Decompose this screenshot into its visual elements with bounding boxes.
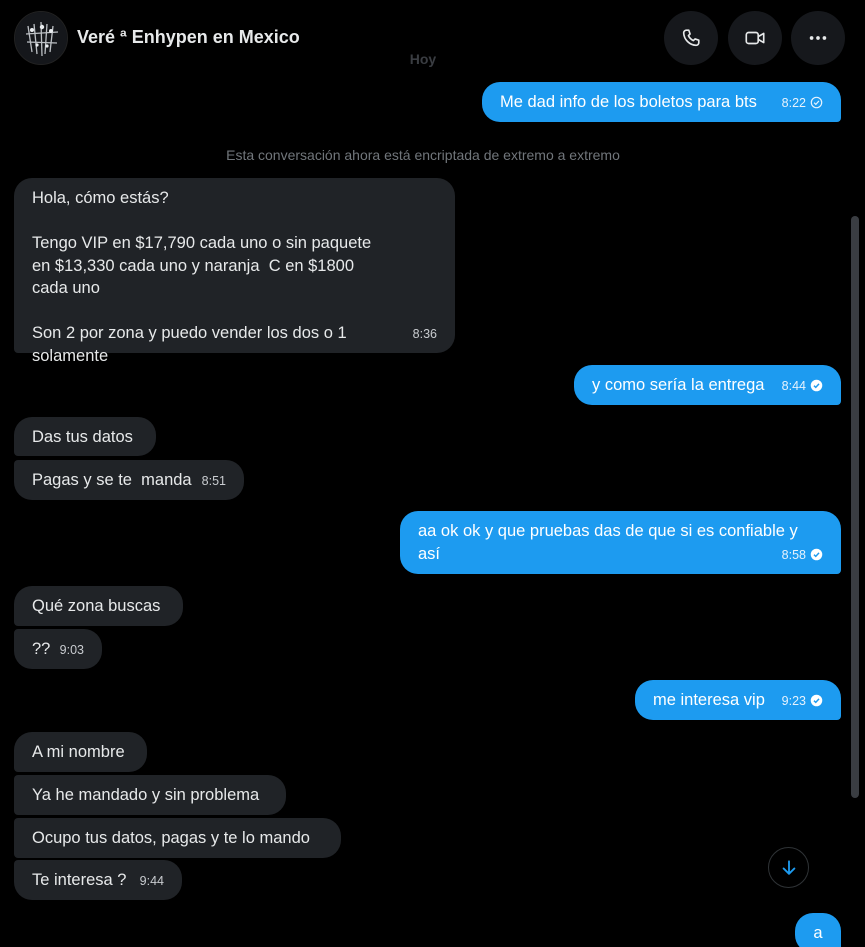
- message-sent[interactable]: me interesa vip 9:23: [635, 680, 841, 720]
- message-text: Ya he mandado y sin problema: [32, 786, 260, 804]
- conversation-title[interactable]: Veré ª Enhypen en Mexico: [77, 27, 300, 48]
- message-text: me interesa vip: [653, 691, 765, 709]
- message-time: 8:44: [781, 378, 806, 393]
- phone-icon: [682, 29, 700, 47]
- message-received[interactable]: Ya he mandado y sin problema: [14, 775, 286, 815]
- scrollbar-thumb[interactable]: [851, 216, 859, 798]
- call-button[interactable]: [664, 11, 718, 65]
- message-sent[interactable]: a: [795, 913, 841, 947]
- arrow-down-icon: [782, 859, 795, 875]
- message-time: 8:22: [781, 95, 806, 110]
- message-sent[interactable]: Me dad info de los boletos para bts 8:22: [482, 82, 841, 122]
- video-call-button[interactable]: [728, 11, 782, 65]
- encryption-notice: Esta conversación ahora está encriptada …: [226, 147, 620, 163]
- sent-check-icon: [810, 96, 823, 109]
- message-received[interactable]: Qué zona buscas: [14, 586, 183, 626]
- message-text: aa ok ok y que pruebas das de que si es …: [418, 522, 803, 563]
- message-text: Pagas y se te manda: [32, 471, 192, 489]
- message-sent[interactable]: y como sería la entrega 8:44: [574, 365, 841, 405]
- message-time: 8:36: [412, 326, 437, 341]
- message-text: ??: [32, 640, 51, 658]
- more-options-button[interactable]: [791, 11, 845, 65]
- message-received[interactable]: Pagas y se te manda 8:51: [14, 460, 244, 500]
- message-received[interactable]: Te interesa ? 9:44: [14, 860, 182, 900]
- message-received[interactable]: Ocupo tus datos, pagas y te lo mando: [14, 818, 341, 858]
- message-received[interactable]: ?? 9:03: [14, 629, 102, 669]
- message-text: a: [813, 924, 823, 942]
- read-check-icon: [810, 548, 823, 561]
- conversation-header: Veré ª Enhypen en Mexico Hoy: [0, 0, 865, 80]
- scroll-to-bottom-button[interactable]: [768, 847, 809, 888]
- message-text: Hola, cómo estás? Tengo VIP en $17,790 c…: [32, 189, 372, 365]
- message-text: y como sería la entrega: [592, 376, 765, 394]
- message-received[interactable]: Hola, cómo estás? Tengo VIP en $17,790 c…: [14, 178, 455, 365]
- read-check-icon: [810, 379, 823, 392]
- message-text: Me dad info de los boletos para bts: [500, 93, 757, 111]
- message-time: 9:23: [781, 693, 806, 708]
- message-received[interactable]: A mi nombre: [14, 732, 147, 772]
- more-icon: [809, 36, 827, 40]
- read-check-icon: [810, 694, 823, 707]
- date-separator: Hoy: [409, 51, 437, 67]
- message-sent[interactable]: aa ok ok y que pruebas das de que si es …: [400, 511, 841, 574]
- message-text: Das tus datos: [32, 428, 133, 446]
- chat-window: Veré ª Enhypen en Mexico Hoy Me dad info…: [0, 0, 865, 947]
- message-received[interactable]: Das tus datos: [14, 417, 156, 456]
- message-time: 9:44: [139, 873, 164, 888]
- message-text: Qué zona buscas: [32, 597, 161, 615]
- message-text: Te interesa ?: [32, 871, 127, 889]
- message-time: 8:51: [201, 473, 226, 488]
- message-text: A mi nombre: [32, 743, 125, 761]
- message-text: Ocupo tus datos, pagas y te lo mando: [32, 829, 310, 847]
- message-time: 8:58: [781, 547, 806, 562]
- video-icon: [745, 31, 765, 45]
- message-time: 9:03: [59, 642, 84, 657]
